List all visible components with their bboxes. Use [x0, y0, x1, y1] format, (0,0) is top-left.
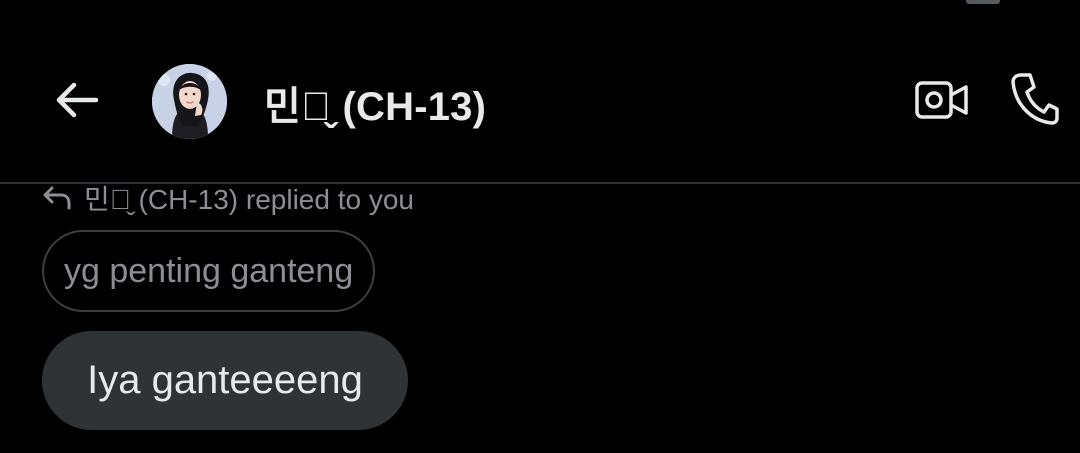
- conversation-title: 민주̬ (CH-13): [264, 85, 487, 129]
- video-camera-icon: [914, 78, 970, 127]
- sent-message-bubble[interactable]: Iya ganteeeeng: [42, 331, 408, 430]
- quoted-message-text: yg penting ganteng: [64, 251, 354, 290]
- video-call-button[interactable]: [908, 72, 976, 132]
- conversation-title-button[interactable]: 민주̬ (CH-13): [264, 72, 486, 134]
- avatar[interactable]: [152, 64, 227, 139]
- quoted-message-bubble[interactable]: yg penting ganteng: [42, 230, 376, 312]
- reply-context-text: 민주̬ (CH-13) replied to you: [84, 184, 414, 215]
- reply-context: 민주̬ (CH-13) replied to you: [42, 180, 414, 216]
- voice-call-button[interactable]: [1002, 68, 1066, 132]
- arrow-left-icon: [52, 80, 100, 125]
- phone-icon: [1009, 71, 1059, 130]
- sent-message-text: Iya ganteeeeng: [87, 358, 363, 402]
- conversation-header: 민주̬ (CH-13): [0, 0, 1080, 183]
- back-button[interactable]: [44, 70, 108, 134]
- reply-arrow-icon: [42, 184, 72, 212]
